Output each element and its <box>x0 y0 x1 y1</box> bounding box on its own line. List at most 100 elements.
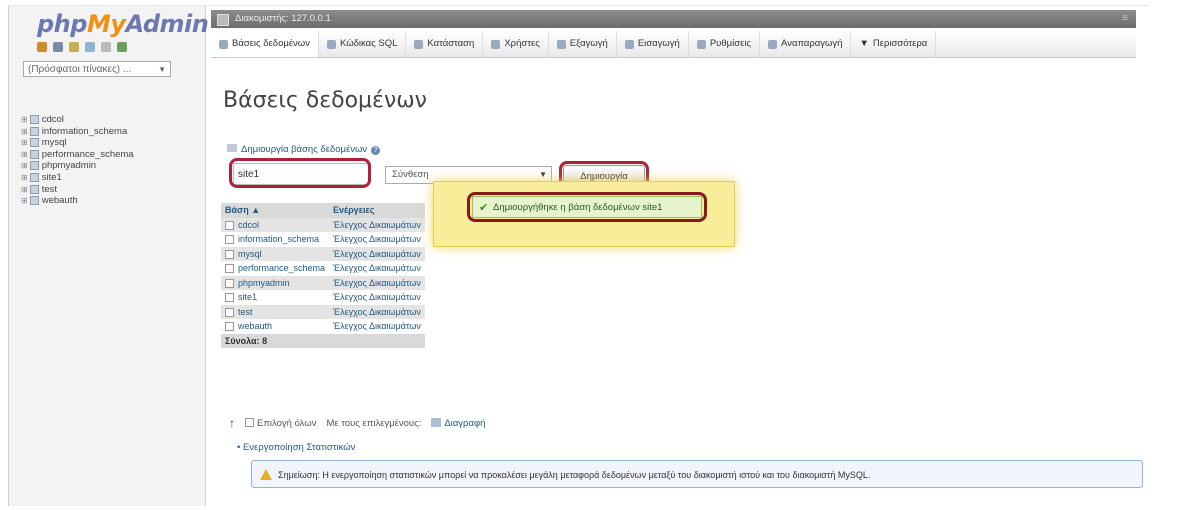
tree-db-item[interactable]: ⊞ webauth <box>21 195 134 207</box>
table-row: performance_schema Έλεγχος Δικαιωμάτων <box>221 261 425 276</box>
phpmyadmin-logo[interactable]: phpMyAdmin <box>37 10 209 38</box>
check-privileges-link[interactable]: Έλεγχος Δικαιωμάτων <box>329 261 425 276</box>
tab-import[interactable]: Εισαγωγή <box>617 31 689 57</box>
success-popup: ✔ Δημιουργήθηκε η βάση δεδομένων site1 <box>433 181 735 247</box>
main-panel: Διακομιστής: 127.0.0.1 ≡ Βάσεις δεδομένω… <box>207 6 1149 506</box>
sort-asc-icon: ▲ <box>251 205 261 216</box>
db-link[interactable]: mysql <box>238 249 262 259</box>
table-row: webauth Έλεγχος Δικαιωμάτων <box>221 319 425 334</box>
create-database-label: Δημιουργία βάσης δεδομένων? <box>227 144 381 155</box>
db-link[interactable]: information_schema <box>238 234 319 244</box>
users-icon <box>491 39 501 49</box>
tab-replication[interactable]: Αναπαραγωγή <box>760 31 852 57</box>
db-link[interactable]: webauth <box>238 321 272 331</box>
reload-icon[interactable] <box>117 42 127 52</box>
db-link[interactable]: phpmyadmin <box>238 278 290 288</box>
replication-icon <box>768 39 778 49</box>
nav-icon-row <box>37 42 127 52</box>
tree-db-item[interactable]: ⊞ mysql <box>21 137 134 149</box>
check-privileges-link[interactable]: Έλεγχος Δικαιωμάτων <box>329 275 425 290</box>
total-count: Σύνολα: 8 <box>221 333 330 348</box>
server-link[interactable]: Διακομιστής: 127.0.0.1 <box>235 13 331 24</box>
db-link[interactable]: performance_schema <box>238 263 325 273</box>
home-icon[interactable] <box>37 42 47 52</box>
table-row: information_schema Έλεγχος Δικαιωμάτων <box>221 232 425 247</box>
db-link[interactable]: test <box>238 307 253 317</box>
row-checkbox[interactable] <box>225 235 234 245</box>
db-link[interactable]: cdcol <box>238 220 259 230</box>
tree-db-item[interactable]: ⊞ site1 <box>21 172 134 184</box>
settings-icon <box>696 39 706 49</box>
expand-icon: ⊞ <box>21 184 28 194</box>
import-icon <box>624 39 634 49</box>
tab-status[interactable]: Κατάσταση <box>406 31 484 57</box>
page-title: Βάσεις δεδομένων <box>223 88 427 113</box>
check-privileges-link[interactable]: Έλεγχος Δικαιωμάτων <box>329 246 425 261</box>
row-checkbox[interactable] <box>225 220 234 230</box>
server-icon <box>217 14 229 26</box>
expand-icon: ⊞ <box>21 138 28 148</box>
database-icon <box>29 149 39 159</box>
query-window-icon[interactable] <box>69 42 79 52</box>
database-icon <box>29 138 39 148</box>
tree-db-item[interactable]: ⊞ test <box>21 184 134 196</box>
tree-db-item[interactable]: ⊞ performance_schema <box>21 149 134 161</box>
databases-table: Βάση ▲ Ενέργειες cdcol Έλεγχος Δικαιωμάτω… <box>221 203 425 348</box>
database-icon <box>29 196 39 206</box>
tab-users[interactable]: Χρήστες <box>483 31 549 57</box>
check-privileges-link[interactable]: Έλεγχος Δικαιωμάτων <box>329 319 425 334</box>
database-tree: ⊞ cdcol ⊞ information_schema ⊞ mysql ⊞ perfo… <box>21 114 134 207</box>
enable-statistics-link[interactable]: • Ενεργοποίηση Στατιστικών <box>237 442 355 453</box>
tree-db-item[interactable]: ⊞ phpmyadmin <box>21 160 134 172</box>
check-privileges-link[interactable]: Έλεγχος Δικαιωμάτων <box>329 232 425 247</box>
tab-databases[interactable]: Βάσεις δεδομένων <box>211 31 319 57</box>
select-all-checkbox-label[interactable]: Επιλογή όλων <box>245 418 316 429</box>
navigation-panel: phpMyAdmin (Πρόσφατοι πίνακες) ... ▼ ⊞ cdc… <box>9 6 209 506</box>
table-row: test Έλεγχος Δικαιωμάτων <box>221 304 425 319</box>
column-header-db[interactable]: Βάση ▲ <box>221 203 330 218</box>
row-checkbox[interactable] <box>225 293 234 303</box>
column-header-action: Ενέργειες <box>329 203 425 218</box>
table-total-row: Σύνολα: 8 <box>221 333 425 348</box>
database-icon <box>219 39 228 49</box>
row-checkbox[interactable] <box>225 249 234 259</box>
export-icon <box>556 39 566 49</box>
help-icon[interactable] <box>101 42 111 52</box>
table-row: cdcol Έλεγχος Δικαιωμάτων <box>221 217 425 232</box>
tree-db-item[interactable]: ⊞ cdcol <box>21 114 134 126</box>
database-icon <box>29 114 39 124</box>
expand-icon: ⊞ <box>21 196 28 206</box>
db-link[interactable]: site1 <box>238 292 257 302</box>
recent-tables-select[interactable]: (Πρόσφατοι πίνακες) ... ▼ <box>23 61 171 77</box>
tab-export[interactable]: Εξαγωγή <box>549 31 617 57</box>
row-checkbox[interactable] <box>225 322 234 332</box>
tab-sql[interactable]: Κώδικας SQL <box>319 31 407 57</box>
tab-settings[interactable]: Ρυθμίσεις <box>689 31 761 57</box>
expand-icon: ⊞ <box>21 172 28 182</box>
status-icon <box>414 39 424 49</box>
check-privileges-link[interactable]: Έλεγχος Δικαιωμάτων <box>329 217 425 232</box>
success-message: ✔ Δημιουργήθηκε η βάση δεδομένων site1 <box>472 196 702 218</box>
delete-button[interactable]: Διαγραφή <box>431 418 485 429</box>
chevron-down-icon: ▼ <box>158 65 166 74</box>
create-db-icon <box>227 144 237 152</box>
row-checkbox[interactable] <box>225 278 234 288</box>
collapse-icon[interactable]: ≡ <box>1122 10 1128 28</box>
row-checkbox[interactable] <box>225 307 234 317</box>
docs-icon[interactable] <box>85 42 95 52</box>
arrow-up-icon: ↑ <box>229 416 235 430</box>
logout-icon[interactable] <box>53 42 63 52</box>
help-icon[interactable]: ? <box>371 146 381 155</box>
bulk-actions: ↑ Επιλογή όλων Με τους επιλεγμένους: Δια… <box>229 416 485 430</box>
check-privileges-link[interactable]: Έλεγχος Δικαιωμάτων <box>329 290 425 305</box>
table-row: mysql Έλεγχος Δικαιωμάτων <box>221 246 425 261</box>
tab-more[interactable]: ▼ Περισσότερα <box>851 31 937 57</box>
tree-db-item[interactable]: ⊞ information_schema <box>21 126 134 138</box>
row-checkbox[interactable] <box>225 264 234 274</box>
with-selected-label: Με τους επιλεγμένους: <box>326 417 422 429</box>
expand-icon: ⊞ <box>21 126 28 136</box>
expand-icon: ⊞ <box>21 161 28 171</box>
database-name-input[interactable] <box>233 163 369 185</box>
statistics-notice: Σημείωση: Η ενεργοποίηση στατιστικών μπο… <box>251 460 1143 488</box>
check-privileges-link[interactable]: Έλεγχος Δικαιωμάτων <box>329 304 425 319</box>
